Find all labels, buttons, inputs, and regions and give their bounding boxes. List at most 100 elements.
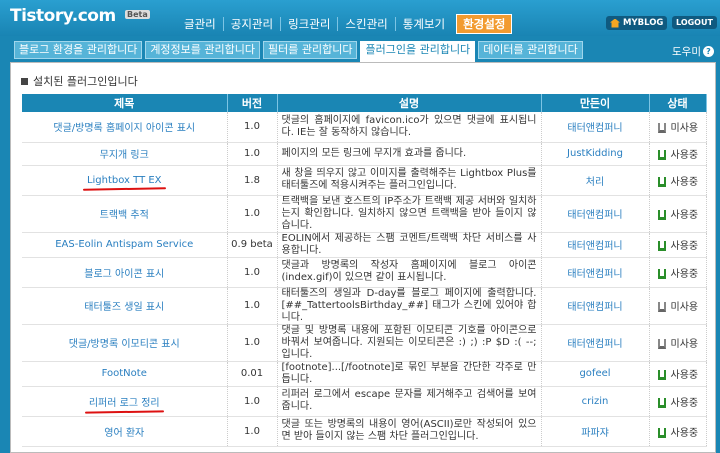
- table-row: 댓글/방명록 홈페이지 아이콘 표시 1.0 댓글의 홈페이지에 favicon.i…: [22, 112, 707, 143]
- plugin-status[interactable]: 사용중: [649, 232, 707, 258]
- status-label[interactable]: 사용중: [671, 150, 699, 161]
- settings-tabs: 블로그 환경을 관리합니다 계정정보를 관리합니다 필터를 관리합니다 플러그인…: [14, 41, 586, 63]
- plug-icon[interactable]: [657, 339, 666, 349]
- tab-filters[interactable]: 필터를 관리합니다: [263, 41, 358, 59]
- status-label[interactable]: 사용중: [671, 269, 699, 280]
- plugin-author[interactable]: 처리: [541, 165, 650, 196]
- plugin-author[interactable]: 태터앤컴퍼니: [541, 287, 650, 325]
- plugin-status[interactable]: 사용중: [649, 361, 707, 387]
- plugin-name-text[interactable]: 블로그 아이콘 표시: [84, 269, 164, 280]
- plug-icon[interactable]: [657, 210, 666, 220]
- plug-icon[interactable]: [657, 150, 666, 160]
- plugin-status[interactable]: 미사용: [649, 112, 707, 143]
- plugin-version: 1.0: [227, 386, 278, 417]
- plugin-description: 댓글의 홈페이지에 favicon.ico가 있으면 댓글에 표시됩니다. IE…: [277, 112, 542, 143]
- status-label[interactable]: 사용중: [671, 428, 699, 439]
- plug-icon[interactable]: [657, 370, 666, 380]
- tab-plugins[interactable]: 플러그인을 관리합니다: [360, 41, 476, 63]
- plugin-status[interactable]: 사용중: [649, 142, 707, 166]
- nav-skins[interactable]: 스킨관리: [337, 17, 394, 31]
- plugin-name-text[interactable]: 태터툴즈 생일 표시: [84, 302, 164, 313]
- help-link[interactable]: 도우미 ?: [672, 44, 714, 59]
- col-author[interactable]: 만든이: [541, 94, 650, 112]
- home-icon: [610, 18, 620, 28]
- plugin-status[interactable]: 미사용: [649, 324, 707, 362]
- plugin-status[interactable]: 사용중: [649, 257, 707, 288]
- nav-settings[interactable]: 환경설정: [456, 14, 513, 34]
- plugin-author[interactable]: 태터앤컴퍼니: [541, 257, 650, 288]
- table-row: FootNote 0.01 [footnote]...[/footnote]로 묶인…: [22, 361, 707, 387]
- plugin-status[interactable]: 사용중: [649, 416, 707, 447]
- table-row: 트랙백 추적 1.0 트랙백을 보낸 호스트의 IP주소가 트랙백 제공 서버와 일…: [22, 195, 707, 233]
- plug-icon[interactable]: [657, 123, 666, 134]
- tab-data[interactable]: 데이터를 관리합니다: [478, 41, 583, 59]
- plugin-name-text[interactable]: EAS-Eolin Antispam Service: [55, 239, 193, 250]
- plugin-author[interactable]: 태터앤컴퍼니: [541, 232, 650, 258]
- col-title[interactable]: 제목: [22, 94, 228, 112]
- plugin-name-text[interactable]: FootNote: [102, 368, 147, 379]
- plugin-version: 1.0: [227, 142, 278, 166]
- plug-icon[interactable]: [657, 397, 666, 408]
- plugin-name-text[interactable]: 댓글/방명록 홈페이지 아이콘 표시: [53, 123, 195, 134]
- plugin-version: 0.01: [227, 361, 278, 387]
- plugin-version: 1.0: [227, 324, 278, 362]
- nav-links[interactable]: 링크관리: [280, 17, 337, 31]
- plugin-name[interactable]: FootNote: [22, 361, 228, 387]
- plugin-name-text[interactable]: 무지개 링크: [100, 150, 149, 161]
- plug-icon[interactable]: [657, 176, 666, 187]
- plugin-panel: 설치된 플러그인입니다 제목 버전 설명 만든이 상태 댓글/방명록 홈페이지 …: [10, 62, 716, 453]
- col-version[interactable]: 버전: [227, 94, 278, 112]
- plugin-name[interactable]: Lightbox TT EX: [22, 165, 228, 196]
- status-label[interactable]: 미사용: [671, 339, 699, 350]
- plugin-author[interactable]: 파파쟈: [541, 416, 650, 447]
- tab-blog-settings[interactable]: 블로그 환경을 관리합니다: [14, 41, 143, 59]
- plugin-author[interactable]: 태터앤컴퍼니: [541, 324, 650, 362]
- plugin-status[interactable]: 사용중: [649, 386, 707, 417]
- plugin-name[interactable]: 댓글/방명록 이모티콘 표시: [22, 324, 228, 362]
- plugin-name[interactable]: EAS-Eolin Antispam Service: [22, 232, 228, 258]
- myblog-button[interactable]: MYBLOG: [606, 16, 668, 30]
- status-label[interactable]: 사용중: [671, 177, 699, 188]
- status-label[interactable]: 미사용: [671, 123, 699, 134]
- nav-stats[interactable]: 통계보기: [394, 17, 452, 31]
- plug-icon[interactable]: [657, 241, 666, 251]
- status-label[interactable]: 사용중: [671, 241, 699, 252]
- nav-notices[interactable]: 공지관리: [222, 17, 280, 31]
- tistory-logo[interactable]: Tistory.com: [10, 6, 116, 26]
- plugin-name[interactable]: 블로그 아이콘 표시: [22, 257, 228, 288]
- plugin-name-text[interactable]: 영어 환자: [104, 428, 144, 439]
- status-label[interactable]: 사용중: [671, 398, 699, 409]
- plugin-name-text[interactable]: 트랙백 추적: [100, 210, 149, 221]
- status-label[interactable]: 사용중: [671, 370, 699, 381]
- plugin-author[interactable]: crizin: [541, 386, 650, 417]
- plugin-author[interactable]: JustKidding: [541, 142, 650, 166]
- plugin-status[interactable]: 미사용: [649, 287, 707, 325]
- plugin-author[interactable]: 태터앤컴퍼니: [541, 195, 650, 233]
- plugin-author[interactable]: gofeel: [541, 361, 650, 387]
- plugin-name-text[interactable]: Lightbox TT EX: [87, 175, 162, 186]
- plug-icon[interactable]: [657, 427, 666, 438]
- tab-account[interactable]: 계정정보를 관리합니다: [145, 41, 261, 59]
- plugin-status[interactable]: 사용중: [649, 165, 707, 196]
- table-header-row: 제목 버전 설명 만든이 상태: [22, 94, 707, 112]
- plugin-name[interactable]: 댓글/방명록 홈페이지 아이콘 표시: [22, 112, 228, 143]
- plugin-name-text[interactable]: 댓글/방명록 이모티콘 표시: [69, 339, 180, 350]
- plugin-description: EOLIN에서 제공하는 스팸 코멘트/트랙백 차단 서비스를 사용합니다.: [277, 232, 542, 258]
- plugin-name[interactable]: 태터툴즈 생일 표시: [22, 287, 228, 325]
- col-description[interactable]: 설명: [277, 94, 542, 112]
- table-row: 영어 환자 1.0 댓글 또는 방명록의 내용이 영어(ASCII)로만 작성되어 …: [22, 416, 707, 447]
- plugin-author[interactable]: 태터앤컴퍼니: [541, 112, 650, 143]
- plugin-name[interactable]: 리퍼러 로그 정리: [22, 386, 228, 417]
- nav-posts[interactable]: 글관리: [177, 17, 223, 31]
- status-label[interactable]: 사용중: [671, 210, 699, 221]
- plug-icon[interactable]: [657, 302, 666, 312]
- plugin-name[interactable]: 영어 환자: [22, 416, 228, 447]
- plugin-name[interactable]: 무지개 링크: [22, 142, 228, 166]
- plugin-name[interactable]: 트랙백 추적: [22, 195, 228, 233]
- status-label[interactable]: 미사용: [671, 302, 699, 313]
- plug-icon[interactable]: [657, 268, 666, 279]
- col-status[interactable]: 상태: [649, 94, 707, 112]
- plugin-name-text[interactable]: 리퍼러 로그 정리: [89, 394, 160, 409]
- plugin-status[interactable]: 사용중: [649, 195, 707, 233]
- logout-button[interactable]: LOGOUT: [672, 16, 717, 29]
